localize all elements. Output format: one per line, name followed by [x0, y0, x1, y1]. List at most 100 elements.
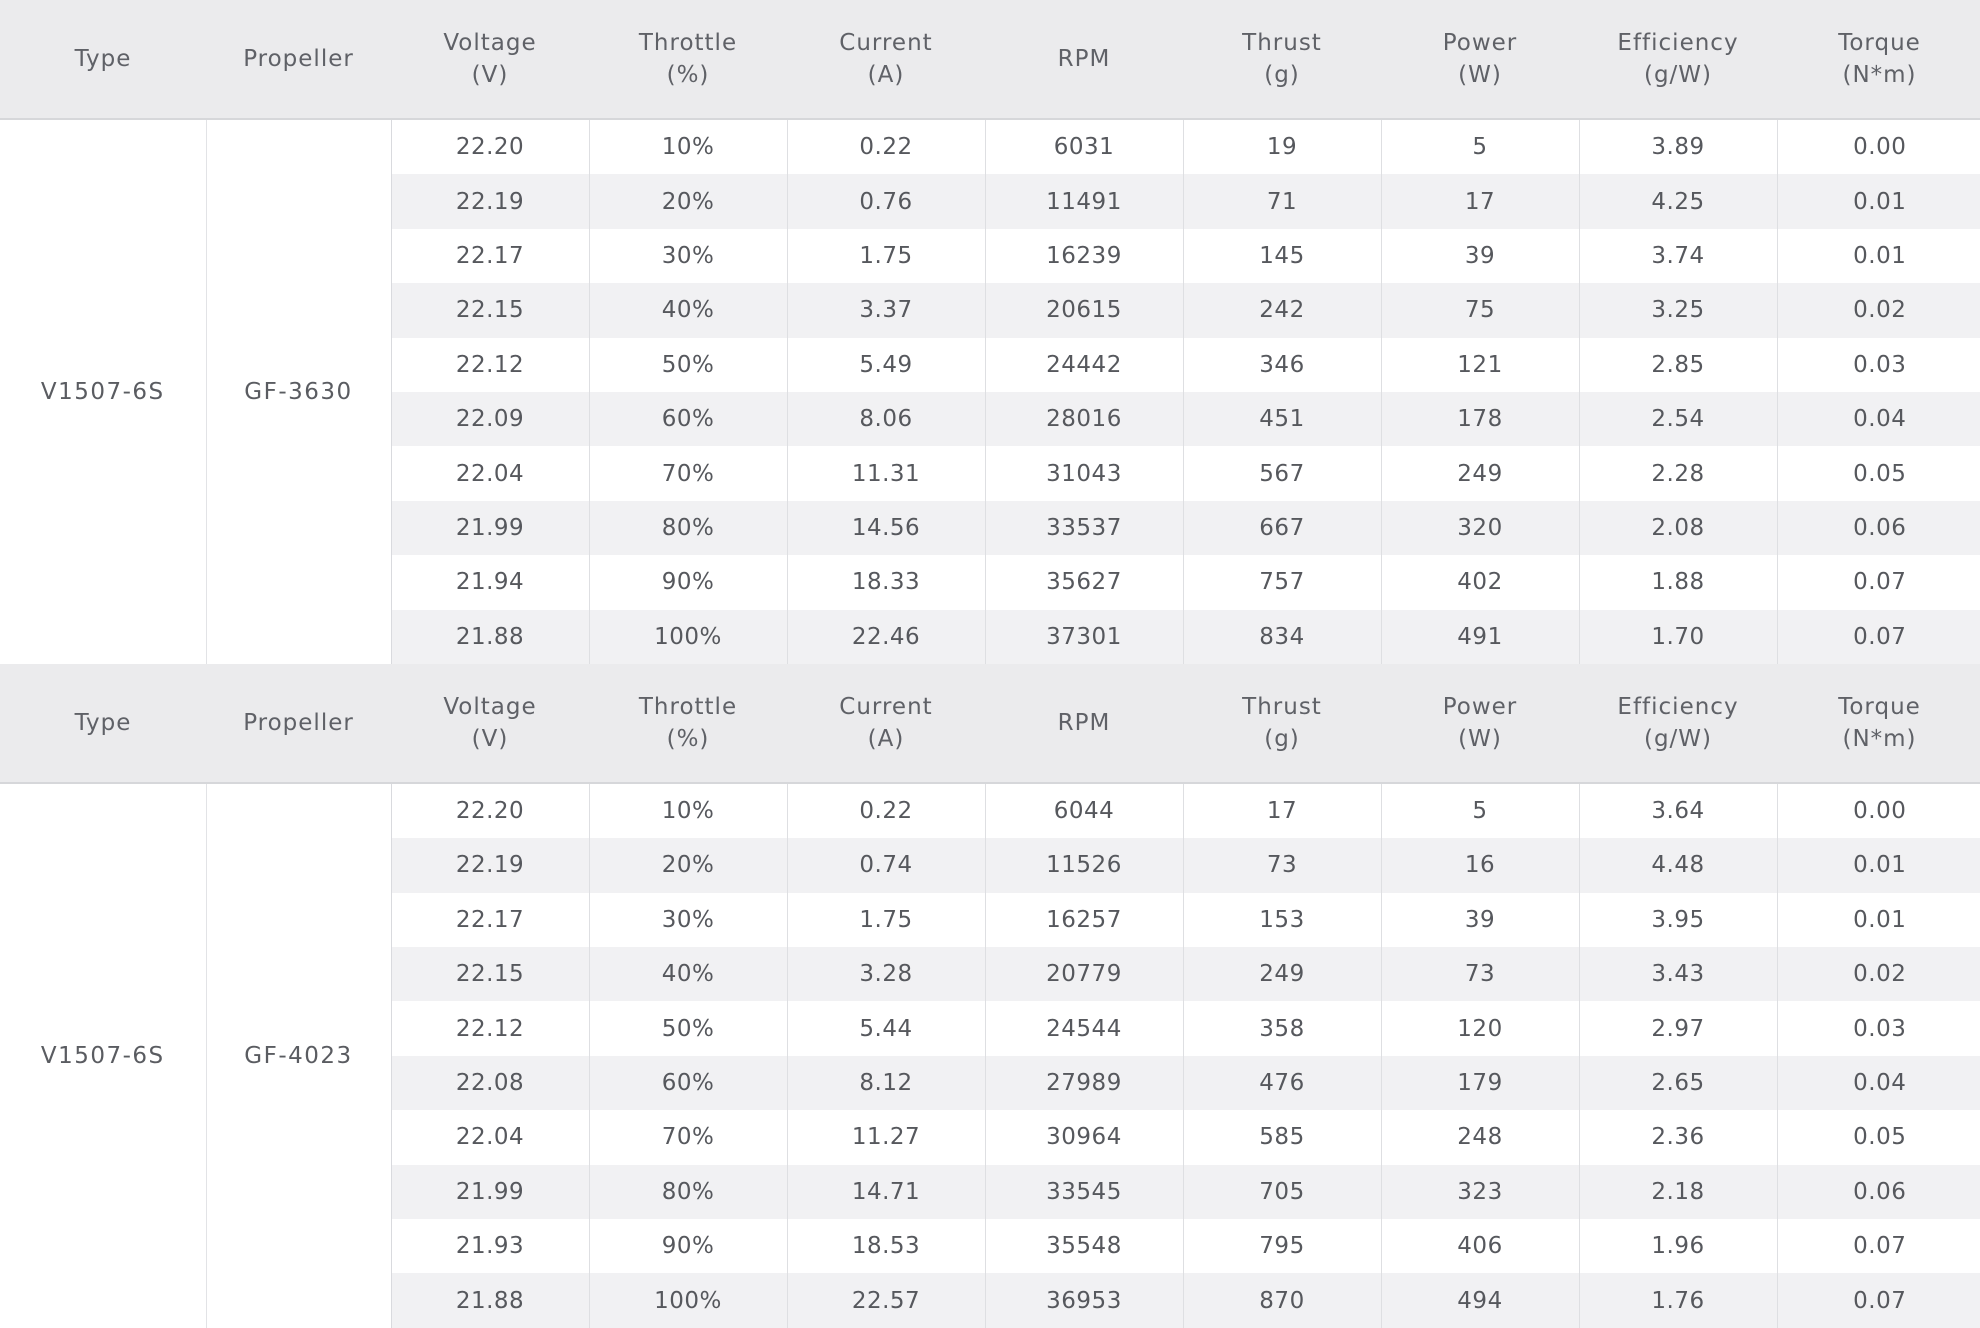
voltage-cell: 21.94 — [390, 555, 589, 610]
column-header-label: Propeller — [243, 46, 354, 72]
efficiency-cell: 2.28 — [1578, 446, 1777, 501]
thrust-cell: 19 — [1182, 119, 1381, 175]
rpm-cell: 20615 — [984, 283, 1183, 338]
column-header-propeller: Propeller — [206, 0, 391, 120]
efficiency-cell: 3.25 — [1578, 283, 1777, 338]
rpm-cell: 37301 — [984, 609, 1183, 664]
column-header-label: Thrust — [1242, 30, 1322, 56]
power-cell: 121 — [1380, 337, 1579, 392]
torque-cell: 0.07 — [1776, 1273, 1980, 1328]
torque-cell: 0.02 — [1776, 283, 1980, 338]
column-header-unit: (g) — [1264, 62, 1300, 88]
current-cell: 14.56 — [786, 500, 985, 556]
rpm-cell: 28016 — [984, 391, 1183, 447]
efficiency-cell: 4.48 — [1578, 838, 1777, 893]
rpm-cell: 35548 — [984, 1219, 1183, 1274]
column-header-type: Type — [0, 0, 206, 120]
column-header-label: Voltage — [443, 30, 537, 56]
power-cell: 249 — [1380, 446, 1579, 501]
power-cell: 17 — [1380, 174, 1579, 229]
current-cell: 18.33 — [786, 555, 985, 610]
throttle-cell: 40% — [588, 947, 787, 1002]
throttle-cell: 100% — [588, 1273, 787, 1328]
column-header-unit: (g/W) — [1643, 62, 1713, 88]
torque-cell: 0.02 — [1776, 947, 1980, 1002]
column-header-rpm: RPM — [985, 0, 1183, 120]
column-header-torque: Torque (N*m) — [1777, 0, 1980, 120]
throttle-cell: 40% — [588, 283, 787, 338]
column-header-efficiency: Efficiency (g/W) — [1579, 663, 1777, 784]
voltage-cell: 21.88 — [390, 609, 589, 664]
thrust-cell: 476 — [1182, 1055, 1381, 1111]
throttle-cell: 30% — [588, 228, 787, 284]
thrust-cell: 145 — [1182, 228, 1381, 284]
column-header-unit: (%) — [666, 725, 710, 752]
thrust-cell: 705 — [1182, 1164, 1381, 1220]
torque-cell: 0.06 — [1776, 1164, 1980, 1220]
rpm-cell: 20779 — [984, 947, 1183, 1002]
throttle-cell: 20% — [588, 838, 787, 893]
voltage-cell: 22.20 — [390, 119, 589, 175]
voltage-cell: 22.15 — [390, 947, 589, 1002]
torque-cell: 0.03 — [1776, 1001, 1980, 1056]
efficiency-cell: 2.36 — [1578, 1110, 1777, 1165]
efficiency-cell: 3.43 — [1578, 947, 1777, 1002]
thrust-cell: 667 — [1182, 500, 1381, 556]
voltage-cell: 22.12 — [390, 1001, 589, 1056]
efficiency-cell: 1.76 — [1578, 1273, 1777, 1328]
column-header-unit: (V) — [471, 725, 509, 752]
torque-cell: 0.01 — [1776, 892, 1980, 948]
column-header-unit: (W) — [1458, 62, 1502, 88]
torque-cell: 0.00 — [1776, 119, 1980, 175]
rpm-cell: 11526 — [984, 838, 1183, 893]
table-header-row: Type Propeller Voltage (V) Throttle (%) Curren… — [0, 0, 1980, 120]
rpm-cell: 35627 — [984, 555, 1183, 610]
torque-cell: 0.07 — [1776, 1219, 1980, 1274]
rpm-cell: 6044 — [984, 782, 1183, 839]
thrust-cell: 153 — [1182, 892, 1381, 948]
thrust-cell: 795 — [1182, 1219, 1381, 1274]
voltage-cell: 22.04 — [390, 446, 589, 501]
column-header-rpm: RPM — [985, 663, 1183, 784]
efficiency-cell: 1.88 — [1578, 555, 1777, 610]
efficiency-cell: 4.25 — [1578, 174, 1777, 229]
efficiency-cell: 2.65 — [1578, 1055, 1777, 1111]
voltage-cell: 22.20 — [390, 782, 589, 839]
voltage-cell: 21.93 — [390, 1219, 589, 1274]
current-cell: 5.44 — [786, 1001, 985, 1056]
current-cell: 1.75 — [786, 228, 985, 284]
current-cell: 8.12 — [786, 1055, 985, 1111]
column-header-type: Type — [0, 663, 206, 784]
torque-cell: 0.01 — [1776, 838, 1980, 893]
thrust-cell: 567 — [1182, 446, 1381, 501]
power-cell: 73 — [1380, 947, 1579, 1002]
current-cell: 1.75 — [786, 892, 985, 948]
thrust-cell: 346 — [1182, 337, 1381, 392]
rpm-cell: 33545 — [984, 1164, 1183, 1220]
thrust-cell: 17 — [1182, 782, 1381, 839]
rpm-cell: 30964 — [984, 1110, 1183, 1165]
thrust-cell: 870 — [1182, 1273, 1381, 1328]
power-cell: 320 — [1380, 500, 1579, 556]
column-header-label: Voltage — [443, 693, 537, 720]
column-header-torque: Torque (N*m) — [1777, 663, 1980, 784]
power-cell: 39 — [1380, 228, 1579, 284]
torque-cell: 0.00 — [1776, 782, 1980, 839]
power-cell: 120 — [1380, 1001, 1579, 1056]
efficiency-cell: 2.54 — [1578, 391, 1777, 447]
power-cell: 75 — [1380, 283, 1579, 338]
thrust-cell: 757 — [1182, 555, 1381, 610]
rpm-cell: 36953 — [984, 1273, 1183, 1328]
rpm-cell: 16257 — [984, 892, 1183, 948]
column-header-thrust: Thrust (g) — [1183, 663, 1381, 784]
thrust-cell: 585 — [1182, 1110, 1381, 1165]
table-row: V1507-6S GF-4023 22.20 10% 0.22 6044 17 5 3.64 0.… — [0, 782, 1980, 1328]
throttle-cell: 60% — [588, 1055, 787, 1111]
throttle-cell: 100% — [588, 609, 787, 664]
column-header-unit: (A) — [867, 62, 905, 88]
torque-cell: 0.05 — [1776, 446, 1980, 501]
torque-cell: 0.01 — [1776, 174, 1980, 229]
column-header-label: Throttle — [638, 30, 738, 56]
current-cell: 14.71 — [786, 1164, 985, 1220]
column-header-unit: (g) — [1264, 725, 1300, 752]
